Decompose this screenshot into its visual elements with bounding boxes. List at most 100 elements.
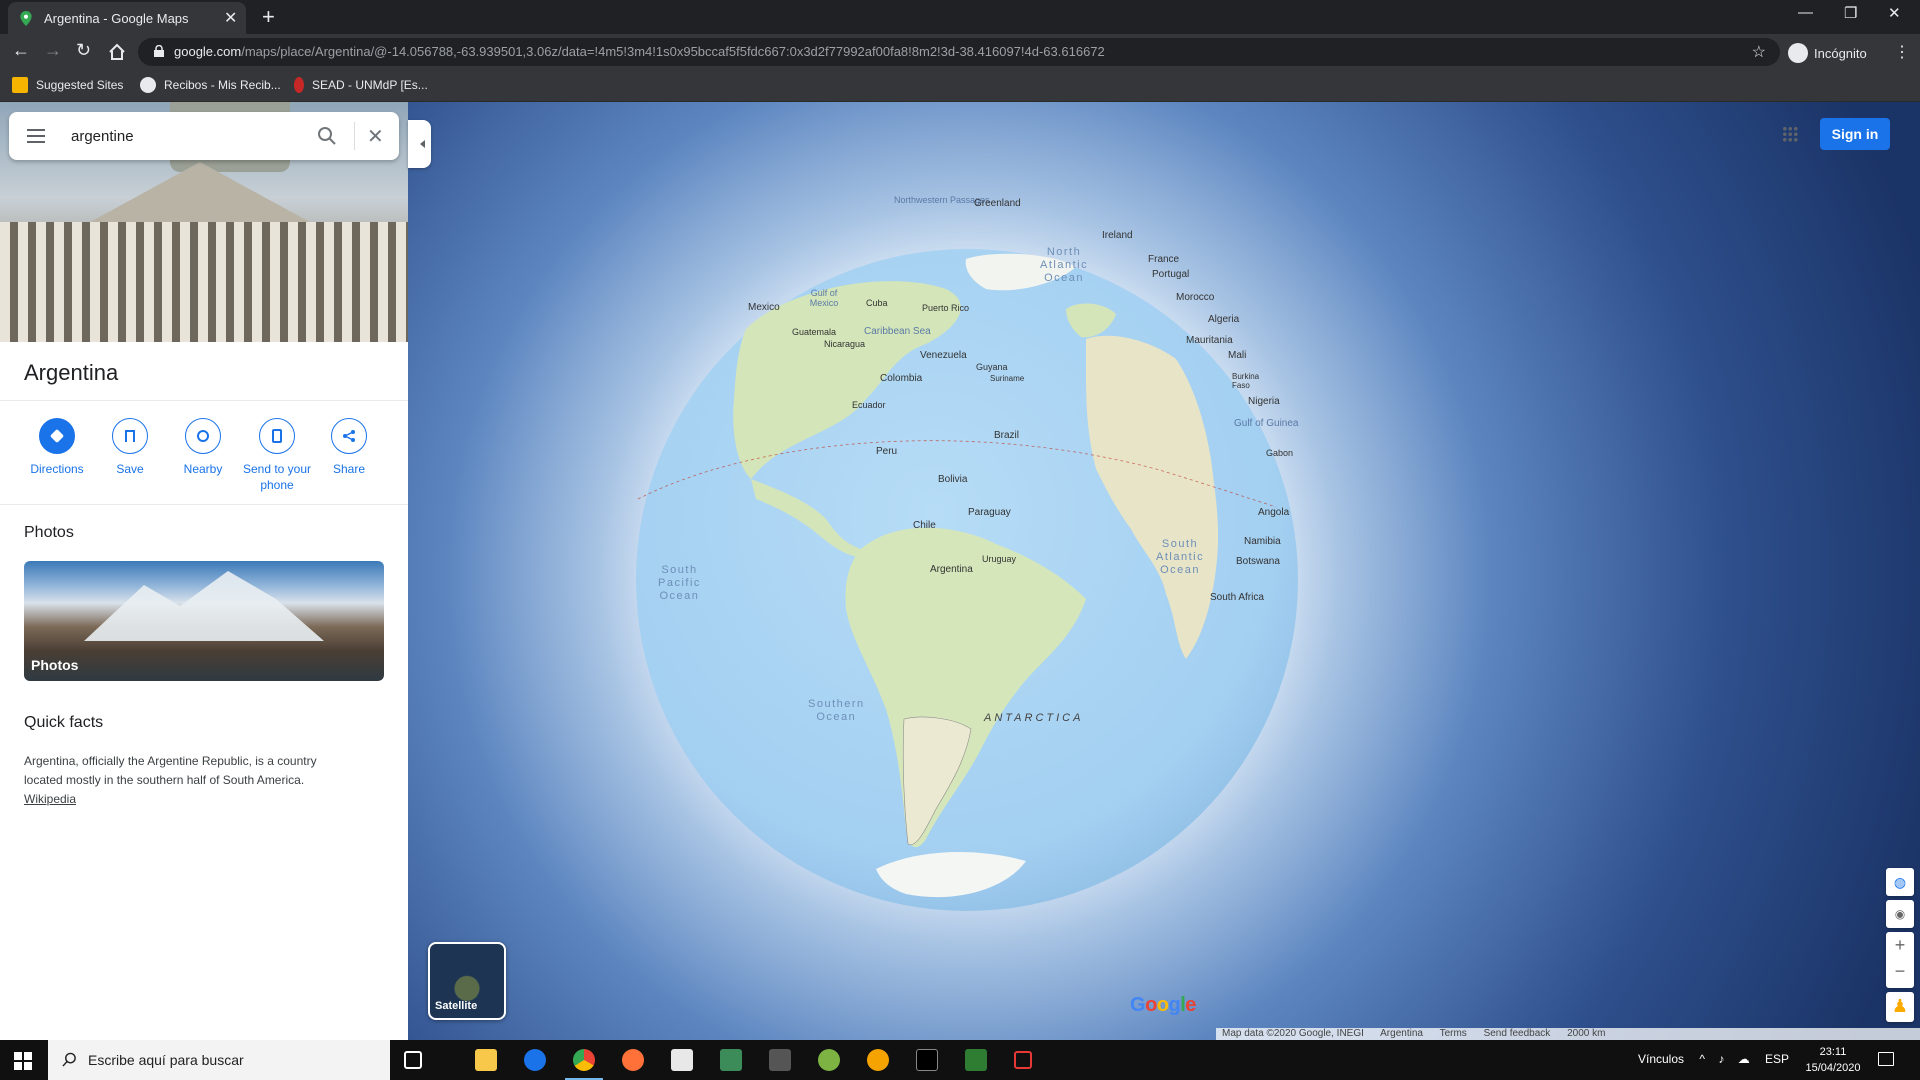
scale-bar[interactable]: 2000 km <box>1567 1028 1605 1039</box>
map-label: Bolivia <box>938 474 968 485</box>
browser-toolbar: ← → ↻ google.com/maps/place/Argentina/@-… <box>0 34 1920 70</box>
tray-links[interactable]: Vínculos <box>1638 1052 1684 1066</box>
map-label: Chile <box>913 520 936 531</box>
browser-tab[interactable]: Argentina - Google Maps ✕ <box>8 2 246 34</box>
region-link[interactable]: Argentina <box>1380 1028 1423 1039</box>
map-label: Colombia <box>880 373 923 384</box>
browser-menu-icon[interactable]: ⋮ <box>1894 42 1910 62</box>
tray-chevron-icon[interactable]: ^ <box>1699 1052 1705 1066</box>
task-view-icon[interactable] <box>404 1051 422 1069</box>
chrome-icon[interactable] <box>573 1049 595 1071</box>
search-input[interactable] <box>71 122 291 150</box>
forward-icon[interactable]: → <box>44 40 62 61</box>
live-icon[interactable] <box>769 1049 791 1071</box>
map-label: Cuba <box>866 298 888 308</box>
minimize-icon[interactable]: — <box>1798 4 1813 21</box>
zoom-out-icon[interactable]: − <box>1886 958 1914 984</box>
bookmark-recibos[interactable]: Recibos - Mis Recib... <box>140 77 281 93</box>
map-label: Angola <box>1258 507 1290 518</box>
map-label: Guatemala <box>792 327 837 337</box>
back-icon[interactable]: ← <box>12 40 30 61</box>
globe-view-icon[interactable]: ◍ <box>1886 868 1914 896</box>
url-text: google.com/maps/place/Argentina/@-14.056… <box>174 44 1105 59</box>
firefox-icon[interactable] <box>622 1049 644 1071</box>
language-indicator[interactable]: ESP <box>1765 1052 1789 1066</box>
tab-close-icon[interactable]: ✕ <box>224 8 237 28</box>
file-explorer-icon[interactable] <box>475 1049 497 1071</box>
my-location-icon[interactable]: ◉ <box>1886 900 1914 928</box>
windows-taskbar: Escribe aquí para buscar Vínculos ^ ♪ ☁ … <box>0 1040 1920 1080</box>
sign-in-button[interactable]: Sign in <box>1820 118 1890 150</box>
zoom-in-icon[interactable]: + <box>1886 932 1914 958</box>
quick-facts-heading: Quick facts <box>24 714 104 731</box>
collapse-panel-button[interactable] <box>408 120 431 168</box>
action-label: Directions <box>30 462 84 476</box>
onedrive-icon[interactable]: ☁ <box>1738 1052 1750 1066</box>
reload-icon[interactable]: ↻ <box>76 40 91 61</box>
map-label: Burkina Faso <box>1232 372 1260 390</box>
send-to-phone-button[interactable]: Send to your phone <box>241 418 313 493</box>
satellite-layer-toggle[interactable]: Satellite <box>428 942 506 1020</box>
spreadsheet-icon[interactable] <box>965 1049 987 1071</box>
suggested-sites-icon <box>12 77 28 93</box>
clock[interactable]: 23:11 15/04/2020 <box>1798 1044 1868 1076</box>
map-label: Guyana <box>976 362 1008 372</box>
share-button[interactable]: Share <box>314 418 384 477</box>
zoom-controls: + − <box>1886 932 1914 988</box>
bookmark-label: Suggested Sites <box>36 78 124 92</box>
photos-heading: Photos <box>24 524 74 541</box>
nearby-button[interactable]: Nearby <box>168 418 238 477</box>
time: 23:11 <box>1819 1046 1847 1058</box>
menu-icon[interactable] <box>27 129 45 143</box>
map-canvas[interactable]: Northwestern Passages Greenland Ireland … <box>408 102 1920 1040</box>
bookmark-suggested-sites[interactable]: Suggested Sites <box>12 77 123 93</box>
date: 15/04/2020 <box>1805 1062 1861 1074</box>
search-icon[interactable] <box>315 124 339 148</box>
clear-search-icon[interactable]: ✕ <box>367 124 384 149</box>
new-tab-icon[interactable]: + <box>262 4 275 30</box>
photo-thumbnail[interactable]: Photos <box>24 561 384 681</box>
restore-icon[interactable]: ❐ <box>1844 4 1857 22</box>
map-label: Nicaragua <box>824 339 866 349</box>
bookmark-sead[interactable]: SEAD - UNMdP [Es... <box>294 77 428 93</box>
map-label: France <box>1148 254 1180 265</box>
apps-grid-icon[interactable] <box>1782 126 1798 142</box>
bookmark-star-icon[interactable]: ☆ <box>1752 42 1766 62</box>
directions-button[interactable]: Directions <box>22 418 92 477</box>
bookmark-icon <box>125 430 135 442</box>
terminal-icon[interactable] <box>916 1049 938 1071</box>
taskbar-search-placeholder: Escribe aquí para buscar <box>88 1052 244 1068</box>
map-label: Ecuador <box>852 400 886 410</box>
terms-link[interactable]: Terms <box>1440 1028 1467 1039</box>
address-bar[interactable]: google.com/maps/place/Argentina/@-14.056… <box>138 38 1780 66</box>
edge-icon[interactable] <box>524 1049 546 1071</box>
map-label: Suriname <box>990 374 1025 383</box>
windows-start-icon[interactable] <box>14 1052 32 1070</box>
save-button[interactable]: Save <box>95 418 165 477</box>
app-icon[interactable] <box>671 1049 693 1071</box>
map-label: ANTARCTICA <box>984 712 1084 724</box>
send-feedback-link[interactable]: Send feedback <box>1484 1028 1551 1039</box>
action-label: Save <box>116 462 144 476</box>
divider <box>0 504 408 505</box>
ocean-label: Southern Ocean <box>808 698 865 723</box>
map-attribution: Map data ©2020 Google, INEGI Argentina T… <box>1216 1028 1920 1040</box>
map-label: Morocco <box>1176 292 1215 303</box>
app-icon[interactable] <box>1014 1051 1032 1069</box>
home-icon[interactable] <box>108 43 126 61</box>
wikipedia-link[interactable]: Wikipedia <box>24 792 76 806</box>
volume-icon[interactable]: ♪ <box>1718 1052 1724 1066</box>
search-icon <box>62 1052 76 1067</box>
globe-icon <box>140 77 156 93</box>
map-label: Portugal <box>1152 269 1190 280</box>
ocean-label: North Atlantic Ocean <box>1040 246 1089 284</box>
plex-icon[interactable] <box>867 1049 889 1071</box>
close-window-icon[interactable]: ✕ <box>1888 4 1901 22</box>
app-icon[interactable] <box>818 1049 840 1071</box>
incognito-indicator[interactable]: Incógnito <box>1788 42 1867 64</box>
shield-icon[interactable] <box>720 1049 742 1071</box>
map-label: Greenland <box>974 198 1021 209</box>
taskbar-search[interactable]: Escribe aquí para buscar <box>48 1040 390 1080</box>
notifications-icon[interactable] <box>1878 1052 1894 1066</box>
pegman-icon[interactable]: ♟ <box>1886 992 1914 1022</box>
